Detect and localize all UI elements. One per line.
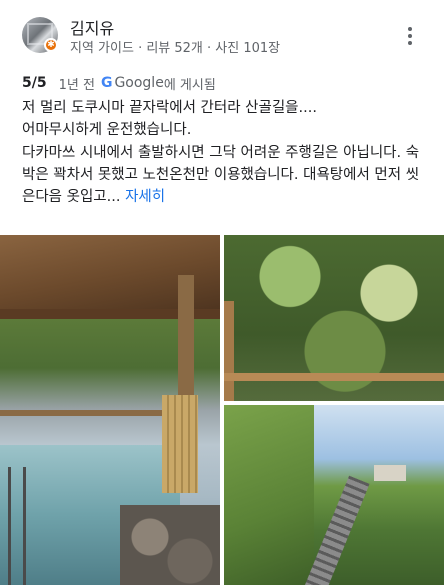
review-line-1: 저 멀리 도쿠시마 끝자락에서 간터라 산골길을.... [22,100,317,116]
reviewer-meta: 지역 가이드 · 리뷰 52개 · 사진 101장 [70,41,281,56]
rating-score: 5/5 [22,75,47,91]
photo-outdoor-hot-spring[interactable] [0,235,220,585]
review-body-text: 다카마쓰 시내에서 출발하시면 그닥 어려운 주행길은 아닙니다. 숙박은 꽉차… [22,144,420,206]
source-name: Google [114,75,164,91]
review-time: 1년 전 [58,77,95,93]
dot-icon [408,41,412,45]
rating-row: 5/5 1년 전 G Google 에 게시됨 [22,73,216,93]
reviewer-name[interactable]: 김지유 [70,15,114,39]
review-header: ✱ 김지유 지역 가이드 · 리뷰 52개 · 사진 101장 [0,0,444,66]
posted-label: 에 게시됨 [163,77,216,93]
google-g-icon: G [100,75,113,91]
station-shape [374,465,406,481]
photo-mountain-cliff[interactable] [224,235,444,401]
review-text: 저 멀리 도쿠시마 끝자락에서 간터라 산골길을.... 어마무시하게 운전했습… [22,97,432,208]
post-shape [224,301,234,401]
hillside-shape [224,405,314,585]
review-photos [0,235,444,585]
railing-shape [224,373,444,381]
stones-shape [120,505,220,585]
dot-icon [408,34,412,38]
local-guide-badge-icon: ✱ [44,38,58,52]
bamboo-shape [162,395,198,493]
photo-cable-car-track[interactable] [224,405,444,585]
read-more-link[interactable]: 자세히 [125,189,165,205]
ladder-shape [8,467,26,585]
dot-icon [408,27,412,31]
review-body: 다카마쓰 시내에서 출발하시면 그닥 어려운 주행길은 아닙니다. 숙박은 꽉차… [22,142,432,209]
review-line-2: 어마무시하게 운전했습니다. [22,122,192,139]
more-options-button[interactable] [398,24,422,48]
railing-shape [0,410,164,416]
